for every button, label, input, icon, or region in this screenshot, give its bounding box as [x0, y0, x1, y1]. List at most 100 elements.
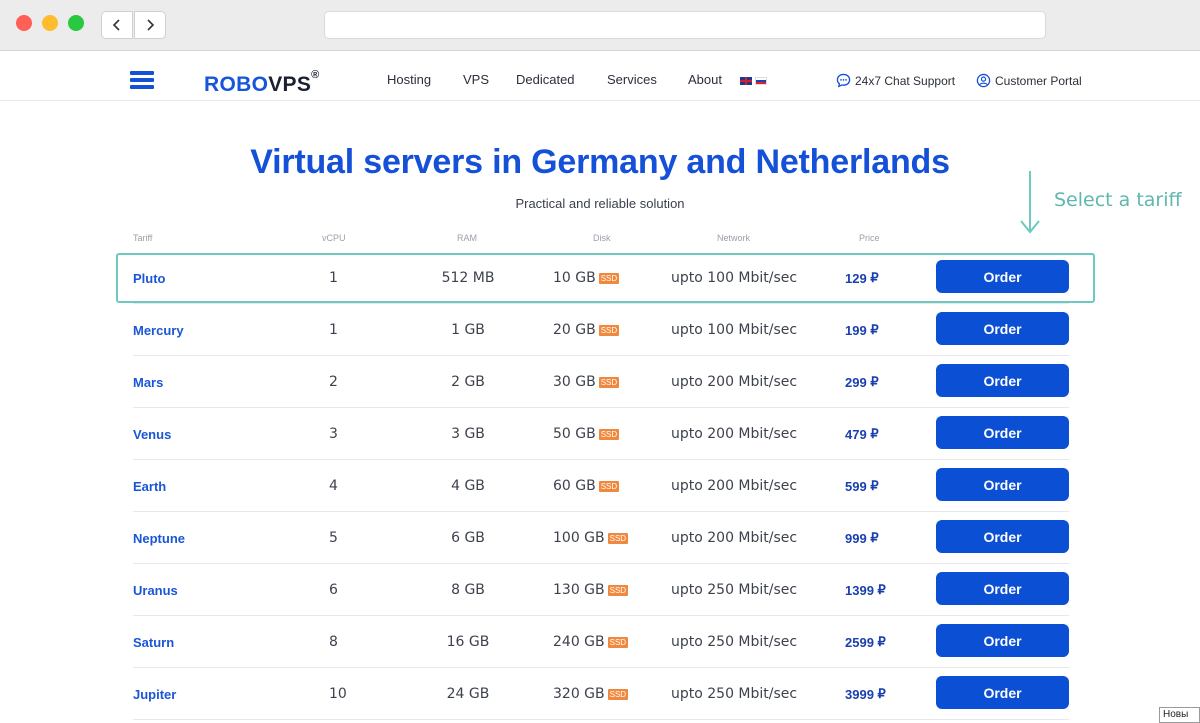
disk-cell: 320 GB SSD — [553, 668, 673, 720]
disk-cell: 130 GB SSD — [553, 564, 673, 616]
price-value: 479 — [845, 426, 867, 442]
customer-portal-link[interactable]: Customer Portal — [976, 73, 1082, 88]
logo-part-robo: ROBO — [204, 73, 269, 96]
price-value: 299 — [845, 374, 867, 390]
table-row: Mars 2 2 GB 30 GB SSD upto 200 Mbit/sec 299 ₽ O… — [133, 356, 1069, 408]
disk-value: 60 GB — [553, 478, 596, 494]
tariff-name[interactable]: Neptune — [133, 512, 185, 564]
currency-symbol: ₽ — [870, 530, 879, 545]
price-value: 2599 — [845, 634, 874, 650]
chat-support-link[interactable]: 24x7 Chat Support — [836, 73, 955, 88]
vcpu-value: 2 — [329, 374, 338, 390]
order-button[interactable]: Order — [936, 572, 1069, 605]
chat-support-label: 24x7 Chat Support — [855, 73, 956, 88]
header-price: Price — [859, 233, 880, 243]
tariff-name[interactable]: Venus — [133, 408, 171, 460]
tariff-name[interactable]: Jupiter — [133, 668, 176, 720]
currency-symbol: ₽ — [877, 634, 886, 649]
vcpu-value: 8 — [329, 634, 338, 650]
customer-portal-label: Customer Portal — [995, 73, 1082, 88]
ssd-badge: SSD — [607, 584, 629, 596]
address-bar[interactable] — [324, 11, 1046, 39]
ssd-badge: SSD — [607, 688, 629, 700]
selected-row-highlight — [116, 253, 1095, 303]
vcpu-value: 3 — [329, 426, 338, 442]
tariff-name[interactable]: Saturn — [133, 616, 174, 668]
vcpu-value: 1 — [329, 322, 338, 338]
tariff-name[interactable]: Uranus — [133, 564, 178, 616]
ru-flag-icon[interactable] — [755, 77, 767, 85]
forward-button[interactable] — [134, 11, 166, 39]
header-disk: Disk — [593, 233, 611, 243]
maximize-window-button[interactable] — [68, 15, 84, 31]
vcpu-value: 5 — [329, 530, 338, 546]
tariff-name[interactable]: Mars — [133, 356, 163, 408]
table-row: Mercury 1 1 GB 20 GB SSD upto 100 Mbit/sec 199… — [133, 304, 1069, 356]
back-icon — [112, 19, 120, 31]
network-value: upto 200 Mbit/sec — [671, 426, 798, 442]
disk-value: 320 GB — [553, 686, 605, 702]
disk-value: 130 GB — [553, 582, 605, 598]
ram-value: 2 GB — [451, 374, 485, 390]
tariff-name[interactable]: Earth — [133, 460, 166, 512]
currency-symbol: ₽ — [877, 582, 886, 597]
order-button[interactable]: Order — [936, 468, 1069, 501]
tariff-name[interactable]: Mercury — [133, 304, 184, 356]
header-vcpu: vCPU — [322, 233, 346, 243]
price-value: 999 — [845, 530, 867, 546]
language-switcher[interactable] — [740, 77, 767, 85]
ram-value: 16 GB — [446, 634, 490, 650]
forward-icon — [147, 19, 155, 31]
vcpu-value: 10 — [329, 686, 347, 702]
price-cell: 299 ₽ — [845, 356, 879, 408]
ssd-badge: SSD — [598, 428, 620, 440]
disk-cell: 20 GB SSD — [553, 304, 673, 356]
price-cell: 599 ₽ — [845, 460, 879, 512]
currency-symbol: ₽ — [870, 322, 879, 337]
currency-symbol: ₽ — [877, 686, 886, 701]
nav-vps[interactable]: VPS — [463, 72, 489, 87]
table-row: Neptune 5 6 GB 100 GB SSD upto 200 Mbit/sec 99… — [133, 512, 1069, 564]
nav-dedicated[interactable]: Dedicated — [516, 72, 575, 87]
price-cell: 999 ₽ — [845, 512, 879, 564]
nav-services[interactable]: Services — [607, 72, 657, 87]
order-button[interactable]: Order — [936, 312, 1069, 345]
table-row: Saturn 8 16 GB 240 GB SSD upto 250 Mbit/sec 25… — [133, 616, 1069, 668]
order-button[interactable]: Order — [936, 364, 1069, 397]
ssd-badge: SSD — [598, 324, 620, 336]
currency-symbol: ₽ — [870, 426, 879, 441]
nav-about[interactable]: About — [688, 72, 722, 87]
arrow-down-icon — [1020, 171, 1040, 234]
ram-value: 6 GB — [451, 530, 485, 546]
price-cell: 2599 ₽ — [845, 616, 886, 668]
order-button[interactable]: Order — [936, 676, 1069, 709]
browser-chrome — [0, 0, 1200, 51]
close-window-button[interactable] — [16, 15, 32, 31]
disk-value: 30 GB — [553, 374, 596, 390]
disk-cell: 30 GB SSD — [553, 356, 673, 408]
network-value: upto 100 Mbit/sec — [671, 322, 798, 338]
nav-hosting[interactable]: Hosting — [387, 72, 431, 87]
uk-flag-icon[interactable] — [740, 77, 752, 85]
order-button[interactable]: Order — [936, 416, 1069, 449]
back-button[interactable] — [101, 11, 133, 39]
order-button[interactable]: Order — [936, 520, 1069, 553]
price-cell: 3999 ₽ — [845, 668, 886, 720]
disk-value: 240 GB — [553, 634, 605, 650]
order-button[interactable]: Order — [936, 624, 1069, 657]
currency-symbol: ₽ — [870, 478, 879, 493]
disk-cell: 240 GB SSD — [553, 616, 673, 668]
ram-value: 3 GB — [451, 426, 485, 442]
logo[interactable]: ROBOVPS® — [204, 69, 320, 97]
table-row: Uranus 6 8 GB 130 GB SSD upto 250 Mbit/sec 139… — [133, 564, 1069, 616]
hamburger-icon[interactable] — [130, 71, 154, 89]
price-cell: 199 ₽ — [845, 304, 879, 356]
price-cell: 479 ₽ — [845, 408, 879, 460]
minimize-window-button[interactable] — [42, 15, 58, 31]
price-value: 199 — [845, 322, 867, 338]
ssd-badge: SSD — [607, 636, 629, 648]
table-row: Earth 4 4 GB 60 GB SSD upto 200 Mbit/sec 599 ₽… — [133, 460, 1069, 512]
table-row: Jupiter 10 24 GB 320 GB SSD upto 250 Mbit/sec… — [133, 668, 1069, 720]
header-tariff: Tariff — [133, 233, 153, 243]
ram-value: 24 GB — [446, 686, 490, 702]
